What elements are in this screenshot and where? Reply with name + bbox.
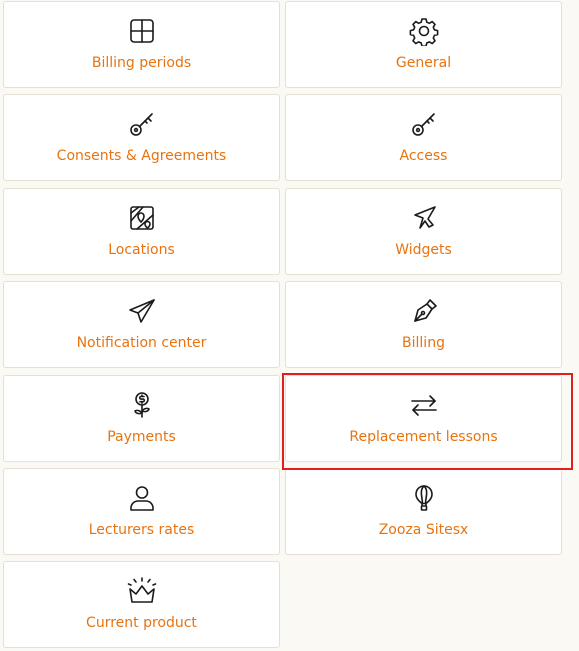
key-icon bbox=[409, 109, 439, 139]
tile-notification-center[interactable]: Notification center bbox=[3, 281, 280, 368]
tile-replacement-lessons[interactable]: Replacement lessons bbox=[285, 375, 562, 462]
tile-label: Zooza Sitesx bbox=[378, 522, 469, 538]
paper-plane-icon bbox=[127, 296, 157, 326]
tile-label: Locations bbox=[108, 242, 175, 258]
tile-widgets[interactable]: Widgets bbox=[285, 188, 562, 275]
tile-payments[interactable]: Payments bbox=[3, 375, 280, 462]
tile-label: Lecturers rates bbox=[88, 522, 195, 538]
crown-icon bbox=[127, 576, 157, 606]
tile-billing-periods[interactable]: Billing periods bbox=[3, 1, 280, 88]
tile-label: Billing bbox=[402, 335, 445, 351]
tile-current-product[interactable]: Current product bbox=[3, 561, 280, 648]
tile-label: Consents & Agreements bbox=[56, 148, 227, 164]
tile-label: Current product bbox=[86, 615, 197, 631]
key-icon bbox=[127, 109, 157, 139]
tile-label: General bbox=[395, 55, 452, 71]
tile-general[interactable]: General bbox=[285, 1, 562, 88]
tile-lecturers-rates[interactable]: Lecturers rates bbox=[3, 468, 280, 555]
map-icon bbox=[127, 203, 157, 233]
tile-zooza-sites[interactable]: Zooza Sitesx bbox=[285, 468, 562, 555]
tile-label: Widgets bbox=[395, 242, 452, 258]
tile-locations[interactable]: Locations bbox=[3, 188, 280, 275]
money-plant-icon bbox=[127, 390, 157, 420]
pen-nib-icon bbox=[409, 296, 439, 326]
tile-consents-agreements[interactable]: Consents & Agreements bbox=[3, 94, 280, 181]
tile-label: Access bbox=[399, 148, 448, 164]
hot-air-balloon-icon bbox=[409, 483, 439, 513]
tile-label: Billing periods bbox=[91, 55, 192, 71]
grid-icon bbox=[127, 16, 157, 46]
cursor-arrow-icon bbox=[409, 203, 439, 233]
swap-arrows-icon bbox=[409, 390, 439, 420]
user-icon bbox=[127, 483, 157, 513]
tile-label: Notification center bbox=[76, 335, 207, 351]
tile-label: Payments bbox=[107, 429, 176, 445]
gear-icon bbox=[409, 16, 439, 46]
tile-billing[interactable]: Billing bbox=[285, 281, 562, 368]
tile-access[interactable]: Access bbox=[285, 94, 562, 181]
tile-label: Replacement lessons bbox=[349, 429, 498, 445]
